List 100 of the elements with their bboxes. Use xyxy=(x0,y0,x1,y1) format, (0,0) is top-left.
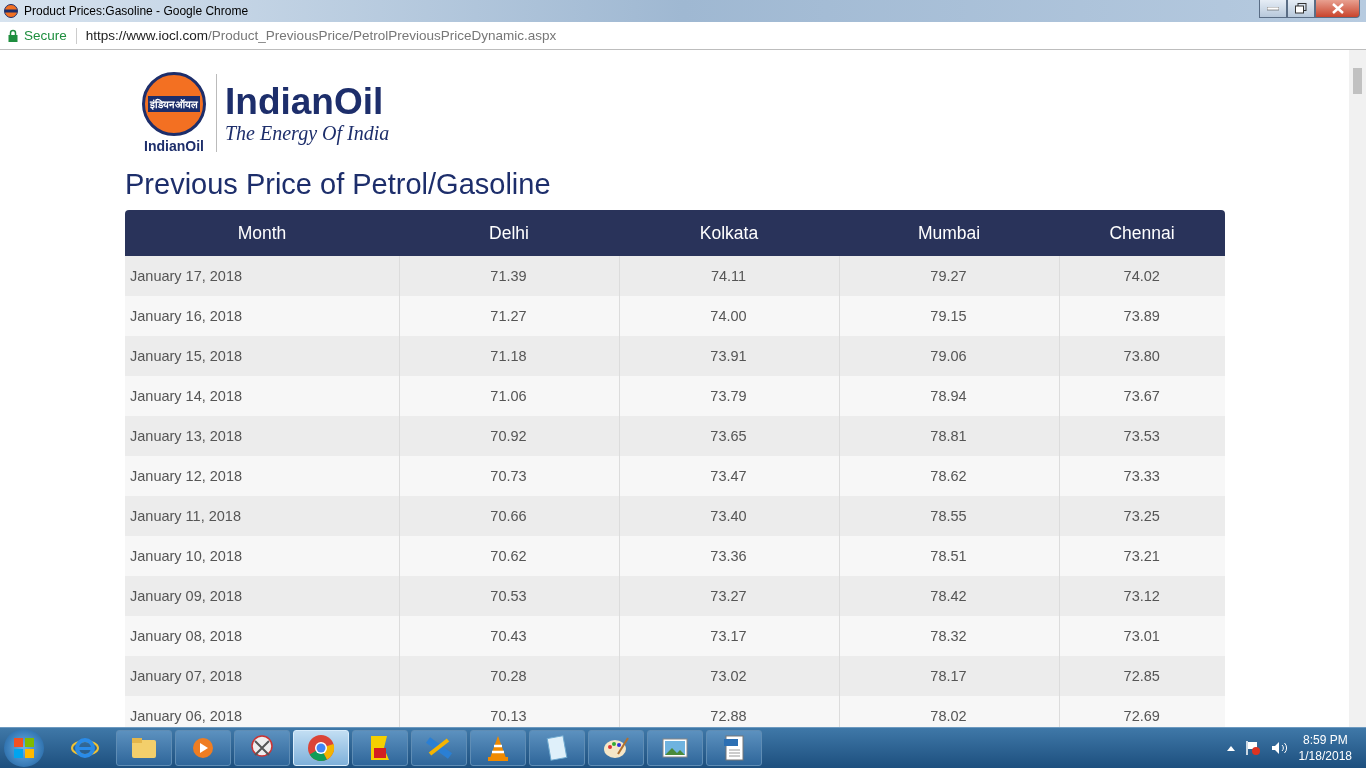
table-cell: 70.62 xyxy=(399,536,619,576)
speaker-icon[interactable] xyxy=(1270,741,1289,755)
logo-tagline: The Energy Of India xyxy=(225,121,390,145)
column-header: Month xyxy=(125,210,399,256)
taskbar-app-button[interactable] xyxy=(470,730,526,766)
clock-date: 1/18/2018 xyxy=(1298,748,1352,764)
table-cell: 78.55 xyxy=(839,496,1059,536)
table-cell: 70.53 xyxy=(399,576,619,616)
column-header: Delhi xyxy=(399,210,619,256)
clock[interactable]: 8:59 PM 1/18/2018 xyxy=(1298,732,1352,764)
scrollbar[interactable] xyxy=(1349,50,1366,727)
table-cell: 78.32 xyxy=(839,616,1059,656)
table-cell: January 10, 2018 xyxy=(125,536,399,576)
table-cell: 73.80 xyxy=(1059,336,1225,376)
table-cell: 78.94 xyxy=(839,376,1059,416)
table-cell: 72.88 xyxy=(619,696,839,727)
traffic-cone-icon xyxy=(486,734,510,762)
table-cell: 79.06 xyxy=(839,336,1059,376)
close-icon xyxy=(1331,3,1344,14)
table-cell: 73.01 xyxy=(1059,616,1225,656)
oil-logo-icon xyxy=(4,4,18,18)
taskbar-app-button[interactable] xyxy=(411,730,467,766)
table-cell: 71.18 xyxy=(399,336,619,376)
table-cell: 70.28 xyxy=(399,656,619,696)
badge-text: इंडियनऑयल xyxy=(148,96,200,112)
taskbar-app-button[interactable] xyxy=(352,730,408,766)
minimize-button[interactable] xyxy=(1259,0,1287,18)
browser-circle-icon xyxy=(307,734,335,762)
table-cell: 71.39 xyxy=(399,256,619,296)
film-strip-icon xyxy=(425,734,453,762)
close-button[interactable] xyxy=(1315,0,1360,18)
table-cell: January 17, 2018 xyxy=(125,256,399,296)
table-cell: 73.36 xyxy=(619,536,839,576)
minimize-icon xyxy=(1267,6,1279,11)
table-cell: 73.27 xyxy=(619,576,839,616)
restore-icon xyxy=(1295,3,1307,14)
taskbar-app-button[interactable] xyxy=(647,730,703,766)
table-cell: January 09, 2018 xyxy=(125,576,399,616)
taskbar-app-button[interactable] xyxy=(529,730,585,766)
badge-caption: IndianOil xyxy=(144,138,204,154)
start-button[interactable] xyxy=(4,729,44,767)
table-cell: 71.06 xyxy=(399,376,619,416)
windows-logo-icon xyxy=(13,737,35,759)
table-cell: 73.33 xyxy=(1059,456,1225,496)
table-cell: 73.67 xyxy=(1059,376,1225,416)
address-bar[interactable]: Secure https://www.iocl.com/Product_PreviousPrice/PetrolPreviousPriceDynamic.aspx xyxy=(0,22,1366,50)
table-cell: 73.47 xyxy=(619,456,839,496)
table-cell: 79.15 xyxy=(839,296,1059,336)
table-cell: 74.11 xyxy=(619,256,839,296)
taskbar-app-button[interactable] xyxy=(706,730,762,766)
table-cell: 72.85 xyxy=(1059,656,1225,696)
table-cell: 73.02 xyxy=(619,656,839,696)
table-cell: 74.00 xyxy=(619,296,839,336)
table-cell: 71.27 xyxy=(399,296,619,336)
table-cell: January 16, 2018 xyxy=(125,296,399,336)
table-cell: 70.73 xyxy=(399,456,619,496)
column-header: Kolkata xyxy=(619,210,839,256)
clock-time: 8:59 PM xyxy=(1302,732,1348,748)
table-cell: January 12, 2018 xyxy=(125,456,399,496)
flag-alert-icon[interactable] xyxy=(1244,740,1261,756)
taskbar-app-button[interactable] xyxy=(234,730,290,766)
table-cell: January 11, 2018 xyxy=(125,496,399,536)
column-header: Chennai xyxy=(1059,210,1225,256)
table-cell: January 07, 2018 xyxy=(125,656,399,696)
table-cell: 73.21 xyxy=(1059,536,1225,576)
table-cell: January 15, 2018 xyxy=(125,336,399,376)
taskbar-app-button[interactable] xyxy=(588,730,644,766)
play-icon xyxy=(191,736,215,760)
table-cell: 70.43 xyxy=(399,616,619,656)
document-icon xyxy=(722,734,746,762)
table-cell: 70.13 xyxy=(399,696,619,727)
table-cell: 73.12 xyxy=(1059,576,1225,616)
window-title: Product Prices:Gasoline - Google Chrome xyxy=(24,4,249,18)
folder-icon xyxy=(130,736,158,760)
table-cell: 70.92 xyxy=(399,416,619,456)
table-cell: 78.02 xyxy=(839,696,1059,727)
column-header: Mumbai xyxy=(839,210,1059,256)
table-cell: 78.81 xyxy=(839,416,1059,456)
table-cell: January 14, 2018 xyxy=(125,376,399,416)
table-cell: 78.51 xyxy=(839,536,1059,576)
table-cell: 73.65 xyxy=(619,416,839,456)
logo-wordmark: IndianOil xyxy=(225,81,385,122)
page-heading: Previous Price of Petrol/Gasoline xyxy=(125,168,552,201)
table-cell: January 08, 2018 xyxy=(125,616,399,656)
table-cell: 73.79 xyxy=(619,376,839,416)
table-cell: 79.27 xyxy=(839,256,1059,296)
url-path: /Product_PreviousPrice/PetrolPreviousPriceDynamic.aspx xyxy=(208,28,557,43)
table-cell: 73.89 xyxy=(1059,296,1225,336)
table-cell: January 13, 2018 xyxy=(125,416,399,456)
table-cell: 78.17 xyxy=(839,656,1059,696)
taskbar-app-button[interactable] xyxy=(116,730,172,766)
table-cell: 72.69 xyxy=(1059,696,1225,727)
url-host: https://www.iocl.com xyxy=(85,28,209,43)
restore-button[interactable] xyxy=(1287,0,1315,18)
tray-arrow-icon[interactable] xyxy=(1226,745,1235,751)
table-cell: 73.17 xyxy=(619,616,839,656)
taskbar-app-button[interactable] xyxy=(175,730,231,766)
table-cell: 78.62 xyxy=(839,456,1059,496)
secure-label: Secure xyxy=(24,28,67,43)
table-cell: 73.91 xyxy=(619,336,839,376)
